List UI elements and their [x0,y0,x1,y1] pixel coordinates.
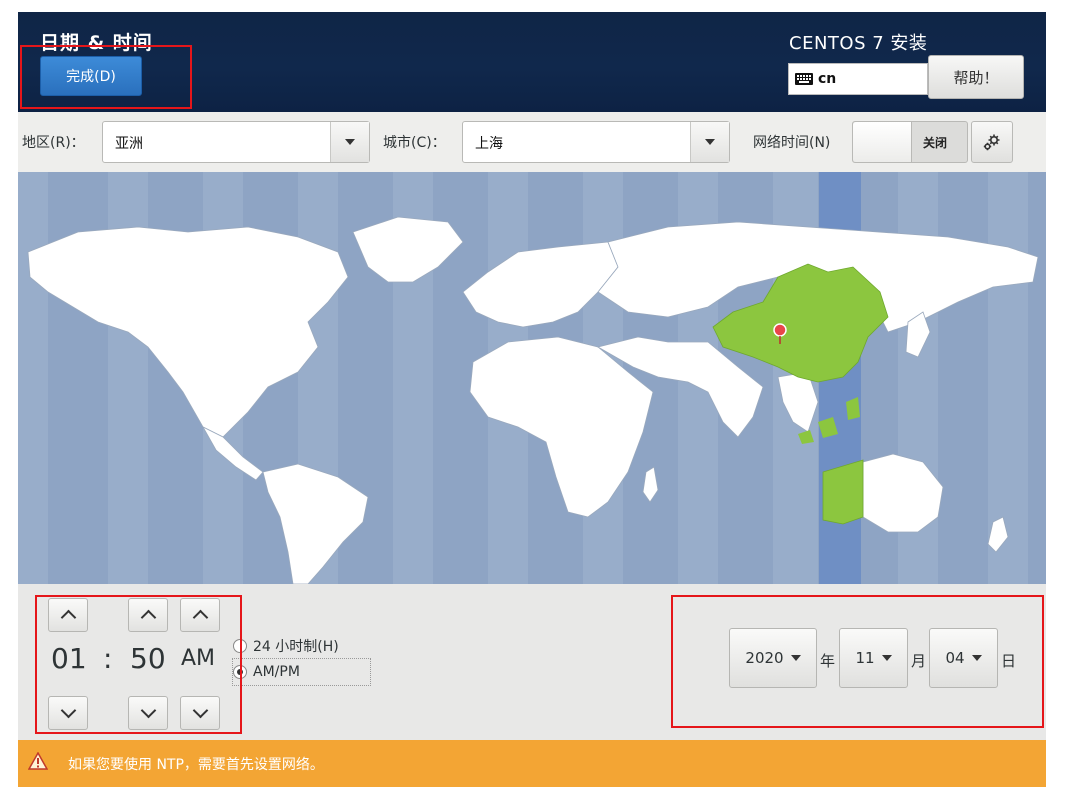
warning-icon [28,752,48,770]
region-label: 地区(R)： [22,135,85,151]
datetime-controls: 01 : 50 AM 24 小时制(H) AM/PM 2020 年 11 月 0… [18,584,1046,740]
format-ampm-option[interactable]: AM/PM [233,660,300,684]
chevron-down-icon[interactable] [690,122,729,162]
month-unit: 月 [911,652,927,670]
toggle-knob[interactable] [853,122,912,162]
keyboard-layout-label: cn [818,71,837,87]
hour-up-button[interactable] [48,598,88,632]
timezone-toolbar: 地区(R)： 亚洲 城市(C)： 上海 网络时间(N) 关闭 [18,112,1046,172]
warning-message: 如果您要使用 NTP，需要首先设置网络。 [68,757,324,773]
city-combo[interactable]: 上海 [462,121,730,163]
chevron-down-icon [60,702,76,719]
year-combo[interactable]: 2020 [729,628,817,688]
gear-icon [983,134,1000,151]
ntp-label: 网络时间(N) [753,135,831,151]
radio-button-selected[interactable] [233,665,247,679]
minute-down-button[interactable] [128,696,168,730]
chevron-up-icon [192,609,208,626]
header-bar: 日期 & 时间 完成(D) CENTOS 7 安装 cn 帮助！ [18,12,1046,112]
day-combo[interactable]: 04 [929,628,998,688]
period-value: AM [181,646,216,671]
help-button[interactable]: 帮助！ [928,55,1024,99]
format-24h-option[interactable]: 24 小时制(H) [233,634,339,658]
hour-value: 01 [51,642,87,675]
city-value: 上海 [475,136,503,152]
city-label: 城市(C)： [383,135,446,151]
period-down-button[interactable] [180,696,220,730]
region-combo[interactable]: 亚洲 [102,121,370,163]
ntp-config-button[interactable] [971,121,1013,163]
keyboard-icon [795,73,813,85]
ntp-state: 关闭 [923,136,948,150]
year-value: 2020 [745,649,784,667]
chevron-down-icon [790,655,801,661]
format-ampm-label: AM/PM [253,664,300,680]
chevron-down-icon [192,702,208,719]
page-title: 日期 & 时间 [40,32,153,54]
chevron-up-icon [60,609,76,626]
region-value: 亚洲 [115,136,143,152]
day-value: 04 [945,649,965,667]
time-separator: : [103,642,113,675]
warning-bar: 如果您要使用 NTP，需要首先设置网络。 [18,740,1046,787]
hour-down-button[interactable] [48,696,88,730]
minute-value: 50 [130,642,166,675]
format-24h-label: 24 小时制(H) [253,639,339,655]
keyboard-layout-indicator[interactable]: cn [788,63,928,95]
minute-up-button[interactable] [128,598,168,632]
year-unit: 年 [820,652,836,670]
chevron-down-icon[interactable] [330,122,369,162]
timezone-map[interactable] [18,172,1046,584]
ntp-toggle[interactable]: 关闭 [852,121,968,163]
month-combo[interactable]: 11 [839,628,908,688]
chevron-up-icon [140,609,156,626]
product-title: CENTOS 7 安装 [789,33,928,54]
installer-window: 日期 & 时间 完成(D) CENTOS 7 安装 cn 帮助！ 地区(R)： … [18,12,1046,787]
chevron-down-icon [971,655,982,661]
chevron-down-icon [881,655,892,661]
month-value: 11 [855,649,875,667]
world-map[interactable] [18,172,1046,584]
day-unit: 日 [1001,652,1017,670]
radio-button[interactable] [233,639,247,653]
done-button[interactable]: 完成(D) [40,56,142,96]
period-up-button[interactable] [180,598,220,632]
chevron-down-icon [140,702,156,719]
